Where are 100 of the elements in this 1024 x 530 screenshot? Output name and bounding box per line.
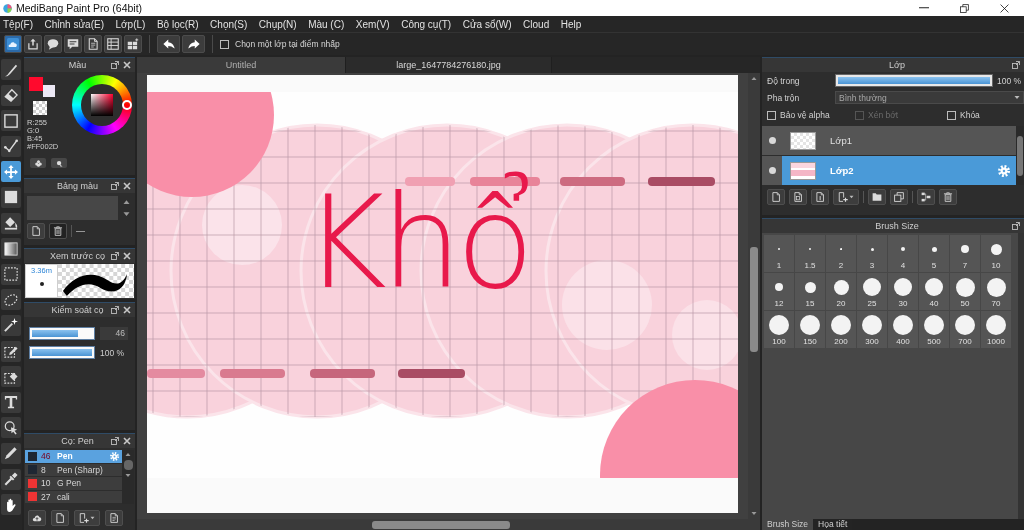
menu-item[interactable]: Chọn(S) <box>210 18 248 30</box>
color-wheel[interactable] <box>72 75 132 135</box>
brush-size-option[interactable]: 25 <box>857 273 887 310</box>
brush-size-option[interactable]: 40 <box>919 273 949 310</box>
gear-icon[interactable] <box>110 451 119 461</box>
brush-menu-dropdown[interactable] <box>74 510 100 526</box>
shade-square[interactable] <box>91 94 113 116</box>
float-window-icon[interactable] <box>111 61 119 69</box>
color-swatch[interactable] <box>43 85 55 97</box>
checkbox[interactable] <box>947 110 956 120</box>
value-field[interactable]: 46 <box>100 327 128 340</box>
scroll-up-icon[interactable] <box>751 76 757 81</box>
brush-size-option[interactable]: 1000 <box>981 311 1011 348</box>
delete-layer-button[interactable] <box>939 189 957 205</box>
delete-palette-button[interactable] <box>49 223 67 239</box>
brush-size-option[interactable]: 150 <box>795 311 825 348</box>
float-window-icon[interactable] <box>111 437 119 445</box>
gear-icon[interactable] <box>998 164 1010 177</box>
visibility-dot-icon[interactable] <box>768 137 776 144</box>
brush-size-option[interactable]: 300 <box>857 311 887 348</box>
brush-tool[interactable] <box>1 59 21 80</box>
brush-row[interactable]: 46 Pen <box>25 450 122 464</box>
close-icon[interactable] <box>123 252 131 260</box>
redo-button[interactable] <box>182 35 205 53</box>
document-button[interactable] <box>84 35 102 53</box>
palette-name[interactable]: — <box>76 226 85 236</box>
brush-size-option[interactable]: 1 <box>764 235 794 272</box>
brush-size-option[interactable]: 500 <box>919 311 949 348</box>
scrollbar[interactable] <box>1018 233 1024 519</box>
selection-eraser-tool[interactable] <box>1 366 21 388</box>
new-layer-button[interactable] <box>811 189 829 205</box>
checkbox-label[interactable]: Chọn một lớp tại điểm nhấp <box>235 39 340 49</box>
visibility-dot-icon[interactable] <box>768 167 776 174</box>
slider-track[interactable] <box>29 327 95 340</box>
checkbox[interactable] <box>767 110 776 120</box>
float-window-icon[interactable] <box>111 306 119 314</box>
close-icon[interactable] <box>123 306 131 314</box>
scroll-up-icon[interactable] <box>122 199 130 205</box>
brush-size-option[interactable]: 1.5 <box>795 235 825 272</box>
brush-size-option[interactable]: 5 <box>919 235 949 272</box>
add-layer-dropdown[interactable] <box>833 189 859 205</box>
selection-tool[interactable] <box>1 263 21 285</box>
fill-tool[interactable] <box>1 186 21 208</box>
operation-tool[interactable] <box>1 417 21 439</box>
folder-button[interactable] <box>868 189 886 205</box>
brush-settings-button[interactable] <box>105 510 123 526</box>
document-tab[interactable]: large_1647784276180.jpg <box>346 57 552 73</box>
brush-size-option[interactable]: 12 <box>764 273 794 310</box>
brush-size-option[interactable]: 4 <box>888 235 918 272</box>
move-tool[interactable] <box>1 161 21 183</box>
undo-button[interactable] <box>157 35 180 53</box>
panel-tab[interactable]: Brush Size <box>762 519 814 530</box>
merge-button[interactable] <box>917 189 935 205</box>
scroll-down-icon[interactable] <box>751 511 757 516</box>
chat-button[interactable] <box>44 35 62 53</box>
tile-button[interactable] <box>124 35 142 53</box>
comment-button[interactable] <box>64 35 82 53</box>
menu-item[interactable]: Chụp(N) <box>258 18 297 30</box>
menu-item[interactable]: Bộ lọc(R) <box>156 18 199 30</box>
hue-marker-icon[interactable] <box>122 100 132 110</box>
gradient-tool[interactable] <box>1 238 21 260</box>
float-window-icon[interactable] <box>1012 61 1020 69</box>
share-button[interactable] <box>24 35 42 53</box>
brush-size-option[interactable]: 30 <box>888 273 918 310</box>
menu-item[interactable]: Công cụ(T) <box>401 18 452 30</box>
lasso-tool[interactable] <box>1 289 21 311</box>
float-window-icon[interactable] <box>111 182 119 190</box>
new-layer-button[interactable] <box>789 189 807 205</box>
brush-size-option[interactable]: 100 <box>764 311 794 348</box>
menu-item[interactable]: Cửa sổ(W) <box>462 18 512 30</box>
menu-item[interactable]: Màu (C) <box>308 18 345 30</box>
new-brush-button[interactable] <box>51 510 69 526</box>
menu-item[interactable]: Xem(V) <box>355 18 390 30</box>
scroll-down-icon[interactable] <box>125 473 131 478</box>
transparent-swatch[interactable] <box>33 101 47 115</box>
scroll-thumb[interactable] <box>750 247 758 352</box>
vertical-scrollbar[interactable] <box>748 73 760 519</box>
menu-item[interactable]: Help <box>560 18 582 30</box>
brush-size-option[interactable]: 700 <box>950 311 980 348</box>
brush-row[interactable]: 10 G Pen <box>25 477 122 491</box>
eyedropper-tool[interactable] <box>1 468 21 490</box>
brush-size-option[interactable]: 7 <box>950 235 980 272</box>
checkbox-label[interactable]: Bảo vệ alpha <box>780 110 830 120</box>
hand-tool[interactable] <box>1 494 21 516</box>
new-layer-button[interactable] <box>767 189 785 205</box>
brush-size-option[interactable]: 15 <box>795 273 825 310</box>
scroll-thumb[interactable] <box>372 520 510 529</box>
checkbox[interactable] <box>220 39 229 49</box>
magic-wand-tool[interactable] <box>1 314 21 336</box>
scroll-up-icon[interactable] <box>125 452 131 457</box>
pen-tool[interactable] <box>1 442 21 464</box>
new-palette-button[interactable] <box>27 223 45 239</box>
document-tab[interactable]: Untitled <box>137 57 346 73</box>
horizontal-scrollbar[interactable] <box>137 519 760 530</box>
brush-size-option[interactable]: 10 <box>981 235 1011 272</box>
float-window-icon[interactable] <box>111 252 119 260</box>
eraser-tool[interactable] <box>1 84 21 106</box>
menu-item[interactable]: Cloud <box>523 18 550 30</box>
close-icon[interactable] <box>123 182 131 190</box>
color-swatch[interactable] <box>29 77 43 91</box>
